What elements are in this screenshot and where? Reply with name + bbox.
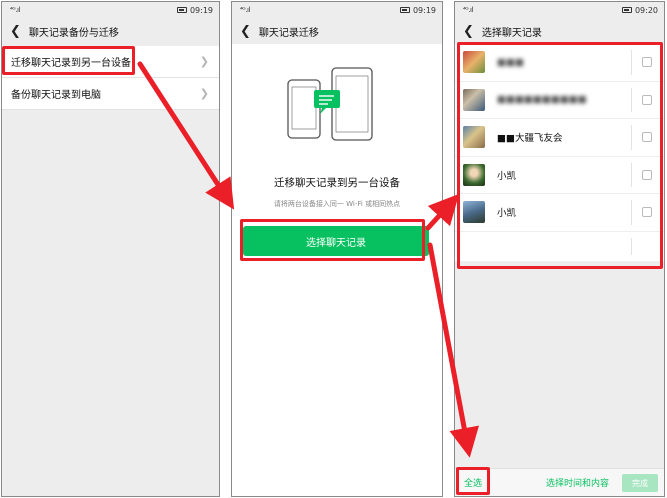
signal-icon: ⁴ᴳ.ıl — [463, 6, 473, 14]
chat-row[interactable]: ■■■■■■■■■■ — [455, 82, 664, 119]
menu-item-migrate-device[interactable]: 迁移聊天记录到另一台设备 ❯ — [2, 46, 219, 78]
chat-row[interactable]: ■■大疆飞友会 — [455, 119, 664, 157]
chat-name: ■■大疆飞友会 — [497, 133, 563, 145]
select-time-content-button[interactable]: 选择时间和内容 — [546, 476, 609, 489]
page-title: 选择聊天记录 — [481, 27, 542, 39]
battery-icon — [399, 7, 410, 13]
signal-icon: ⁴ᴳ.ıl — [240, 6, 250, 14]
checkbox[interactable] — [642, 132, 652, 142]
back-arrow-icon[interactable]: ❮ — [10, 25, 21, 38]
battery-icon — [621, 7, 632, 13]
back-arrow-icon[interactable]: ❮ — [240, 25, 251, 38]
avatar — [463, 126, 485, 149]
bottom-action-bar: 全选 选择时间和内容 完成 — [455, 468, 664, 496]
menu-item-backup-pc[interactable]: 备份聊天记录到电脑 ❯ — [2, 78, 219, 110]
chat-row[interactable]: 小凯 — [455, 194, 664, 232]
back-arrow-icon[interactable]: ❮ — [463, 25, 474, 38]
chat-row[interactable]: 小凯 — [455, 157, 664, 194]
tutorial-stage: ⁴ᴳ.ıl 09:19 ❮ 聊天记录备份与迁移 迁移聊天记录到另一台设备 ❯ 备… — [0, 0, 667, 498]
chat-name: 小凯 — [497, 208, 517, 220]
avatar — [463, 163, 485, 186]
chat-row[interactable]: ■■■ — [455, 44, 664, 82]
nav-bar: ❮ 聊天记录迁移 — [232, 18, 442, 44]
page-title: 聊天记录备份与迁移 — [28, 27, 119, 39]
status-time: 09:19 — [189, 5, 213, 15]
migration-subtext: 请将两台设备接入同一 Wi-Fi 或相同热点 — [273, 200, 401, 208]
nav-bar: ❮ 聊天记录备份与迁移 — [2, 18, 219, 44]
chevron-right-icon: ❯ — [199, 87, 209, 100]
chat-name: ■■■ — [497, 56, 524, 68]
phone-backup-migrate: ⁴ᴳ.ıl 09:19 ❮ 聊天记录备份与迁移 迁移聊天记录到另一台设备 ❯ 备… — [1, 1, 220, 497]
chat-name: ■■■■■■■■■■ — [497, 94, 587, 106]
chat-row-partial — [455, 232, 664, 262]
page-title: 聊天记录迁移 — [258, 27, 319, 39]
menu-item-label: 备份聊天记录到电脑 — [11, 90, 101, 101]
select-chat-records-button[interactable]: 选择聊天记录 — [243, 226, 429, 256]
checkbox[interactable] — [642, 207, 652, 217]
status-time: 09:20 — [634, 5, 658, 15]
avatar — [463, 88, 485, 111]
confirm-button[interactable]: 完成 — [622, 474, 658, 492]
chat-name: 小凯 — [497, 170, 517, 182]
phone-select-chats: ⁴ᴳ.ıl 09:20 ❮ 选择聊天记录 ■■■ ■■■■■■■■■■ ■■大疆… — [454, 1, 665, 497]
status-time: 09:19 — [412, 5, 436, 15]
select-all-button[interactable]: 全选 — [464, 476, 482, 489]
checkbox[interactable] — [642, 94, 652, 105]
chat-list: ■■■ ■■■■■■■■■■ ■■大疆飞友会 小凯 小凯 — [455, 44, 664, 262]
chevron-right-icon: ❯ — [199, 55, 209, 68]
nav-bar: ❮ 选择聊天记录 — [455, 18, 664, 44]
checkbox[interactable] — [642, 169, 652, 180]
devices-illustration-icon — [287, 67, 373, 141]
checkbox[interactable] — [642, 57, 652, 67]
status-bar: ⁴ᴳ.ıl 09:20 — [455, 2, 664, 18]
menu-item-label: 迁移聊天记录到另一台设备 — [11, 58, 131, 69]
migration-heading: 迁移聊天记录到另一台设备 — [274, 177, 400, 189]
avatar — [463, 201, 485, 224]
battery-icon — [176, 7, 187, 13]
avatar — [463, 51, 485, 74]
status-bar: ⁴ᴳ.ıl 09:19 — [2, 2, 219, 18]
status-bar: ⁴ᴳ.ıl 09:19 — [232, 2, 442, 18]
phone-chat-migration: ⁴ᴳ.ıl 09:19 ❮ 聊天记录迁移 迁移聊天记录到另一台设备 请将两台设备… — [231, 1, 443, 497]
signal-icon: ⁴ᴳ.ıl — [10, 6, 20, 14]
